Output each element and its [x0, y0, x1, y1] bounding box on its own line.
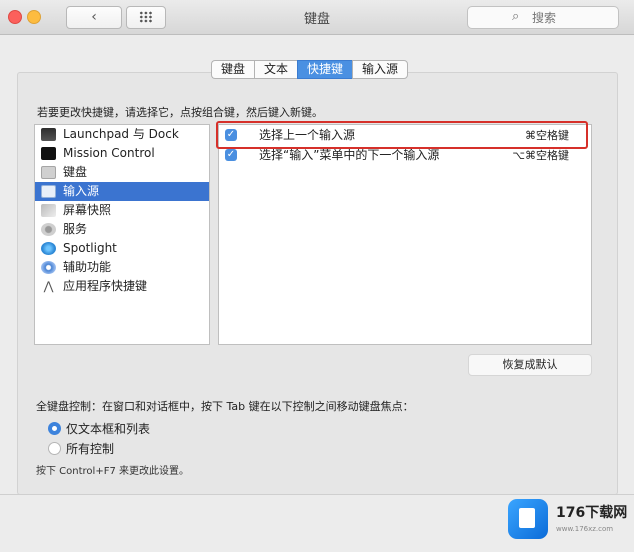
radio-button[interactable]: [48, 441, 61, 455]
full-keyboard-note: 按下 Control+F7 来更改此设置。: [36, 466, 189, 477]
tab-text[interactable]: 文本: [254, 60, 298, 79]
spotlight-icon: [41, 242, 56, 255]
search-field[interactable]: ⌕: [467, 6, 619, 29]
shortcut-key[interactable]: ⌥⌘空格键: [512, 146, 569, 165]
shortcut-enabled-checkbox[interactable]: ✓: [225, 129, 237, 141]
category-mission-control[interactable]: Mission Control: [35, 144, 209, 163]
launchpad-icon: [41, 128, 56, 141]
shortcut-list: ✓ 选择上一个输入源 ⌘空格键 ✓ 选择“输入”菜单中的下一个输入源 ⌥⌘空格键: [218, 124, 592, 345]
shortcut-row-previous-input[interactable]: ✓ 选择上一个输入源 ⌘空格键: [219, 126, 591, 145]
tab-input-sources[interactable]: 输入源: [352, 60, 409, 79]
watermark: 176下载网 www.176xz.com: [500, 486, 634, 552]
category-screenshots[interactable]: 屏幕快照: [35, 201, 209, 220]
search-input[interactable]: [530, 9, 614, 26]
tab-shortcuts[interactable]: 快捷键: [297, 60, 353, 79]
category-input-sources[interactable]: 输入源: [35, 182, 209, 201]
radio-text-boxes-lists[interactable]: 仅文本框和列表: [48, 419, 150, 437]
shortcut-key[interactable]: ⌘空格键: [525, 126, 569, 145]
input-sources-icon: [41, 185, 56, 198]
category-accessibility[interactable]: 辅助功能: [35, 258, 209, 277]
radio-button-selected[interactable]: [48, 421, 61, 435]
watermark-title: 176下载网: [556, 504, 628, 521]
keyboard-icon: [41, 166, 56, 179]
restore-defaults-button[interactable]: 恢复成默认: [468, 354, 592, 376]
app-shortcuts-icon: ⋀: [43, 279, 54, 293]
shortcut-row-next-input[interactable]: ✓ 选择“输入”菜单中的下一个输入源 ⌥⌘空格键: [219, 146, 591, 165]
title-bar: ‹ 键盘 ⌕: [0, 0, 634, 35]
watermark-logo-icon: [508, 499, 548, 539]
category-services[interactable]: 服务: [35, 220, 209, 239]
watermark-url: www.176xz.com: [556, 524, 614, 533]
shortcut-category-list: Launchpad 与 Dock Mission Control 键盘 输入源 …: [34, 124, 210, 345]
category-launchpad-dock[interactable]: Launchpad 与 Dock: [35, 125, 209, 144]
screenshot-icon: [41, 204, 56, 217]
accessibility-icon: [41, 261, 56, 274]
radio-all-controls[interactable]: 所有控制: [48, 439, 114, 457]
category-keyboard[interactable]: 键盘: [35, 163, 209, 182]
full-keyboard-access-label: 全键盘控制：在窗口和对话框中，按下 Tab 键在以下控制之间移动键盘焦点：: [36, 400, 414, 413]
shortcut-enabled-checkbox[interactable]: ✓: [225, 149, 237, 161]
category-app-shortcuts[interactable]: ⋀ 应用程序快捷键: [35, 277, 209, 296]
services-gear-icon: [41, 223, 56, 236]
category-spotlight[interactable]: Spotlight: [35, 239, 209, 258]
mission-control-icon: [41, 147, 56, 160]
tab-bar: 键盘 文本 快捷键 输入源: [211, 60, 409, 79]
search-icon: ⌕: [512, 9, 520, 24]
instruction-text: 若要更改快捷键，请选择它，点按组合键，然后键入新键。: [37, 106, 323, 119]
tab-keyboard[interactable]: 键盘: [211, 60, 255, 79]
